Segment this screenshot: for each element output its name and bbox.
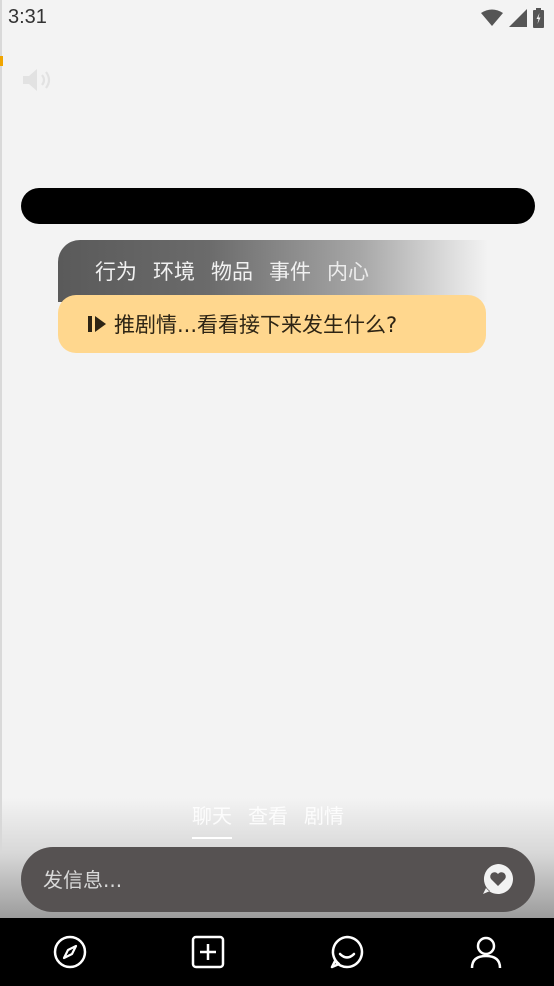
tab-plot[interactable]: 剧情 [304,800,344,835]
message-input[interactable] [41,859,465,901]
compass-icon[interactable] [50,932,90,972]
chat-icon[interactable] [327,932,367,972]
left-edge-mark [0,56,3,66]
status-icons [481,8,544,28]
cell-signal-icon [509,9,527,27]
category-tabs: 行为 环境 物品 事件 内心 [58,240,488,302]
heart-bubble-icon[interactable] [481,862,515,896]
battery-icon [533,8,544,28]
category-tab-inner[interactable]: 内心 [327,256,369,286]
profile-icon[interactable] [466,932,506,972]
play-pause-icon [88,316,106,332]
category-tab-event[interactable]: 事件 [269,256,311,286]
bottom-nav [0,918,554,986]
status-time: 3:31 [8,6,47,28]
status-bar: 3:31 [0,0,554,38]
category-tab-behavior[interactable]: 行为 [95,256,137,286]
chat-mode-tabs: 聊天 查看 剧情 [192,800,344,839]
message-input-bar [21,847,535,912]
tab-chat[interactable]: 聊天 [192,800,232,839]
add-square-icon[interactable] [188,932,228,972]
category-tab-item[interactable]: 物品 [211,256,253,286]
tab-view[interactable]: 查看 [248,800,288,835]
speaker-icon[interactable] [20,66,54,94]
plot-suggestion-button[interactable]: 推剧情...看看接下来发生什么? [58,295,486,353]
suggestion-text: 推剧情...看看接下来发生什么? [114,313,398,337]
redacted-banner [21,188,535,224]
category-tab-environment[interactable]: 环境 [153,256,195,286]
wifi-icon [481,9,503,26]
